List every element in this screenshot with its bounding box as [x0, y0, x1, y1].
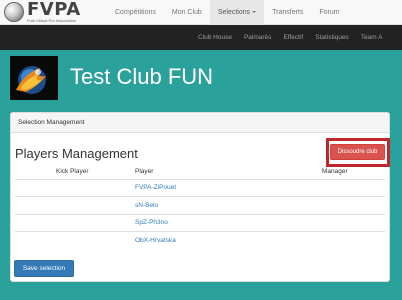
club-subnav: Club House Palmarès Effectif Statistique…	[0, 25, 402, 50]
nav-competitions[interactable]: Compétitions	[107, 0, 164, 25]
kick-cell	[15, 196, 135, 214]
selection-panel: Selection Management Players Management …	[10, 112, 390, 282]
top-navbar: FVPA Futo Virtual Pro Association Compét…	[0, 0, 402, 25]
nav-selections-dropdown[interactable]: Selections	[209, 0, 265, 25]
table-row: ObX-Hrvatska	[15, 231, 385, 249]
main-menu: Compétitions Mon Club Selections Transfe…	[107, 0, 348, 25]
column-header-kick: Kick Player	[56, 167, 89, 175]
site-logo[interactable]: FVPA Futo Virtual Pro Association	[4, 0, 81, 23]
subnav-club-house[interactable]: Club House	[192, 25, 238, 50]
subnav-palmares[interactable]: Palmarès	[238, 25, 277, 50]
manager-cell	[320, 196, 385, 214]
subnav-statistiques[interactable]: Statistiques	[309, 25, 355, 50]
manager-cell	[320, 213, 385, 232]
table-header-row: Kick Player Player Manager	[15, 164, 385, 179]
football-logo-icon	[4, 2, 24, 22]
kick-cell	[15, 178, 135, 197]
caret-down-icon	[252, 11, 257, 14]
player-link[interactable]: SpZ-Ph3no	[135, 219, 168, 226]
player-link[interactable]: FVPA-ZiPouet	[135, 184, 176, 191]
club-name-title: Test Club FUN	[70, 64, 214, 89]
column-header-player: Player	[135, 167, 154, 175]
kick-cell	[15, 213, 135, 232]
players-table: Kick Player Player Manager FVPA-ZiPouet …	[15, 164, 385, 249]
table-row: FVPA-ZiPouet	[15, 178, 385, 197]
nav-mon-club[interactable]: Mon Club	[164, 0, 210, 25]
logo-title: FVPA	[27, 0, 81, 20]
panel-heading: Selection Management	[11, 113, 389, 133]
club-badge-image	[10, 56, 58, 100]
club-header: Test Club FUN	[0, 50, 402, 105]
subnav-effectif[interactable]: Effectif	[277, 25, 309, 50]
dissolve-club-button[interactable]: Dissoudre club	[330, 144, 385, 160]
table-row: SpZ-Ph3no	[15, 213, 385, 232]
manager-cell	[320, 231, 385, 249]
nav-forum[interactable]: Forum	[311, 0, 347, 25]
table-row: sN-Belo	[15, 196, 385, 214]
nav-selections-label: Selections	[217, 9, 251, 16]
player-link[interactable]: ObX-Hrvatska	[135, 237, 176, 244]
logo-subtitle: Futo Virtual Pro Association	[27, 17, 77, 23]
nav-transferts[interactable]: Transferts	[264, 0, 311, 25]
save-selection-button[interactable]: Save selection	[14, 260, 74, 277]
column-header-manager: Manager	[322, 167, 348, 175]
player-link[interactable]: sN-Belo	[135, 202, 158, 209]
manager-cell	[320, 178, 385, 197]
section-title: Players Management	[15, 146, 138, 161]
subnav-team[interactable]: Team A	[355, 25, 389, 50]
kick-cell	[15, 231, 135, 249]
